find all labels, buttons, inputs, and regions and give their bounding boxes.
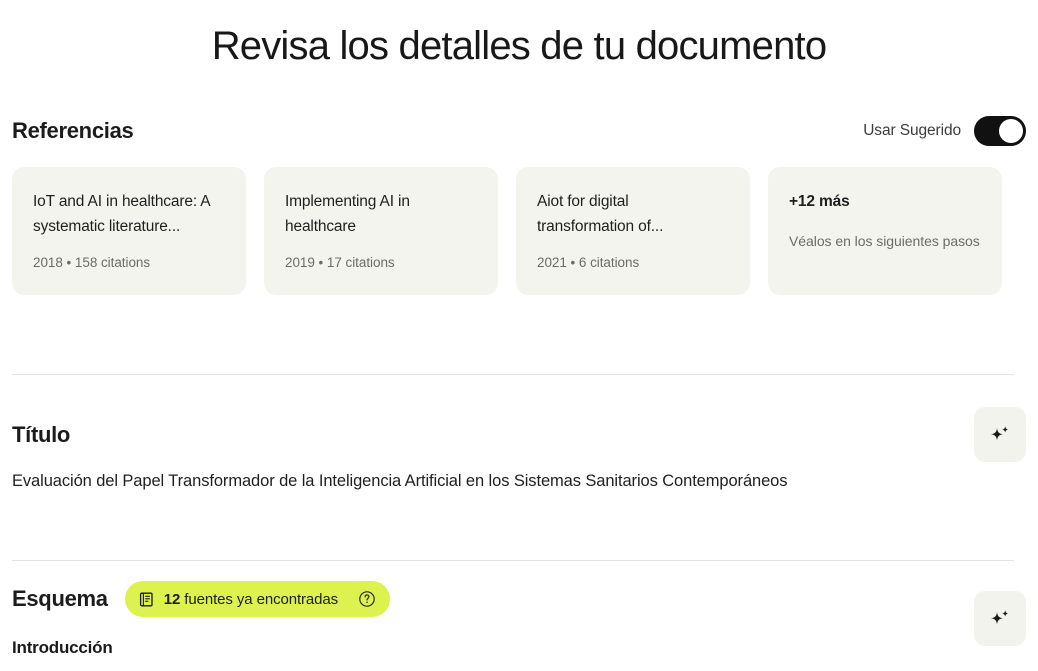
reference-card-meta: 2021 • 6 citations [537,255,640,270]
book-icon [138,591,155,608]
reference-cards-row: IoT and AI in healthcare: A systematic l… [12,167,1026,295]
section-divider [12,560,1014,561]
section-divider [12,374,1014,375]
titulo-section: Título Evaluación del Papel Transformado… [12,407,1026,493]
more-count-label: +12 más [789,193,850,210]
reference-card[interactable]: Implementing AI in healthcare 2019 • 17 … [264,167,498,295]
reference-card[interactable]: IoT and AI in healthcare: A systematic l… [12,167,246,295]
titulo-value[interactable]: Evaluación del Papel Transformador de la… [12,469,1026,493]
page-title: Revisa los detalles de tu documento [211,24,827,68]
sources-label: fuentes ya encontradas [184,590,339,608]
reference-card[interactable]: Aiot for digital transformation of... 20… [516,167,750,295]
references-heading: Referencias [12,118,134,143]
reference-card-meta: 2018 • 158 citations [33,255,151,270]
reference-card-more[interactable]: +12 más Véalos en los siguientes pasos [768,167,1002,295]
sources-found-badge[interactable]: 12 fuentes ya encontradas [124,581,391,617]
more-description: Véalos en los siguientes pasos [789,233,980,249]
use-suggested-toggle[interactable] [974,116,1026,146]
toggle-knob [999,119,1023,143]
use-suggested-label: Usar Sugerido [863,122,961,139]
references-section: Referencias Usar Sugerido IoT and AI in … [12,116,1026,295]
reference-card-title: Implementing AI in healthcare [285,193,410,235]
sources-count: 12 [163,590,181,608]
esquema-ai-generate-button[interactable] [974,591,1026,646]
document-details-page: Revisa los detalles de tu documento Refe… [0,0,1038,671]
sources-badge-text: 12 fuentes ya encontradas [164,591,338,608]
outline-item-introduccion[interactable]: Introducción [12,638,1026,658]
help-circle-icon[interactable] [358,590,376,608]
reference-card-meta: 2019 • 17 citations [285,255,395,270]
use-suggested-toggle-group[interactable]: Usar Sugerido [863,116,1026,146]
esquema-section: Esquema 12 fuentes ya encontradas Introd… [12,581,1026,658]
titulo-heading: Título [12,422,71,447]
sparkle-icon [987,606,1013,632]
titulo-ai-generate-button[interactable] [974,407,1026,462]
reference-card-title: Aiot for digital transformation of... [537,193,664,235]
references-header: Referencias Usar Sugerido [12,116,1026,146]
reference-card-title: IoT and AI in healthcare: A systematic l… [33,193,210,235]
sparkle-icon [987,422,1013,448]
esquema-heading: Esquema [12,586,108,611]
esquema-header: Esquema 12 fuentes ya encontradas [12,581,1026,617]
